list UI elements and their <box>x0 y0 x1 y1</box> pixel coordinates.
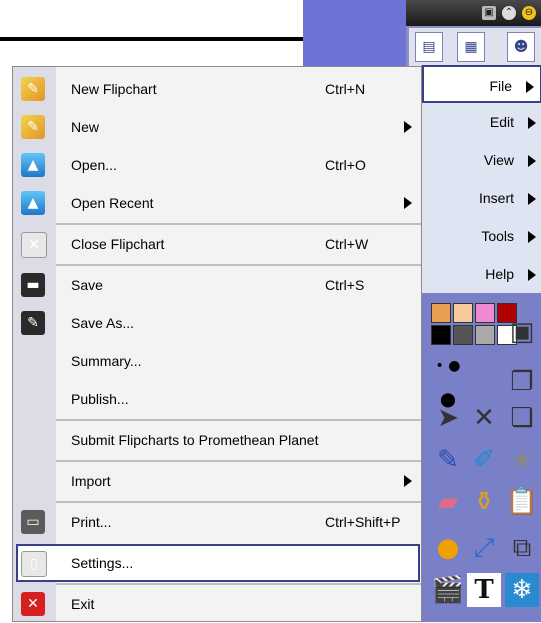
menu-item-exit[interactable]: ✕ Exit <box>13 585 421 623</box>
printer-icon: ▭ <box>21 510 45 534</box>
menu-item-label: Print... <box>71 514 112 530</box>
submenu-arrow-icon <box>526 81 534 93</box>
submenu-arrow-icon <box>528 117 536 129</box>
menu-help[interactable]: Help <box>422 255 541 293</box>
flipchart-icon: ✎ <box>21 77 45 101</box>
menu-item-shortcut: Ctrl+W <box>325 236 369 252</box>
menu-item-label: Save <box>71 277 103 293</box>
menu-file-label: File <box>489 78 512 94</box>
submenu-arrow-icon <box>528 193 536 205</box>
menu-item-shortcut: Ctrl+Shift+P <box>325 514 401 530</box>
menu-item-label: Exit <box>71 596 95 612</box>
restore-icon[interactable]: ▣ <box>482 6 496 20</box>
magic-ink-icon[interactable]: ★ <box>505 443 539 477</box>
main-menu-strip: File Edit View Insert Tools Help <box>421 65 541 293</box>
menu-item-settings[interactable]: ▯ Settings... <box>16 544 420 582</box>
menu-item-open-recent[interactable]: ▲ Open Recent <box>13 184 421 222</box>
page-icon[interactable]: ❏ <box>505 401 539 435</box>
submenu-arrow-icon <box>528 155 536 167</box>
color-swatch[interactable] <box>453 325 473 345</box>
menu-item-label: Open... <box>71 157 117 173</box>
menu-item-shortcut: Ctrl+S <box>325 277 365 293</box>
menu-item-print[interactable]: ▭ Print... Ctrl+Shift+P <box>13 503 421 541</box>
menu-tools-label: Tools <box>481 228 514 244</box>
menu-item-new[interactable]: ✎ New <box>13 108 421 146</box>
menu-item-shortcut: Ctrl+O <box>325 157 366 173</box>
menu-edit[interactable]: Edit <box>422 103 541 141</box>
menu-item-publish[interactable]: Publish... <box>13 380 421 418</box>
clapper-icon[interactable]: 🎬 <box>431 573 465 607</box>
flipchart-browser-icon[interactable]: ▤ <box>415 32 443 62</box>
snowflake-icon[interactable]: ❄ <box>505 573 539 607</box>
save-disk-icon: ▬ <box>21 273 45 297</box>
close-window-icon[interactable]: ⊖ <box>522 6 536 20</box>
menu-view-label: View <box>483 152 514 168</box>
fill-icon[interactable]: ⚱ <box>467 485 501 519</box>
menu-item-label: New Flipchart <box>71 81 157 97</box>
pen-icon[interactable]: ✎ <box>431 443 465 477</box>
toolbox-titlebar: ▣ ⌃ ⊖ <box>406 0 541 26</box>
text-tool-icon[interactable]: T <box>467 573 501 607</box>
menu-file[interactable]: File <box>422 65 541 103</box>
color-swatch[interactable] <box>431 303 451 323</box>
menu-item-label: Import <box>71 473 111 489</box>
menu-item-label: Open Recent <box>71 195 154 211</box>
menu-item-shortcut: Ctrl+N <box>325 81 366 97</box>
minimize-icon[interactable]: ⌃ <box>502 6 516 20</box>
menu-item-label: Close Flipchart <box>71 236 165 252</box>
menu-item-label: Save As... <box>71 315 135 331</box>
menu-item-submit-flipcharts[interactable]: Submit Flipcharts to Promethean Planet <box>13 421 421 459</box>
wrench-icon[interactable]: ✕ <box>467 401 501 435</box>
submenu-arrow-icon <box>404 475 412 487</box>
menu-view[interactable]: View <box>422 141 541 179</box>
user-icon[interactable]: ☻ <box>507 32 535 62</box>
reveal-icon[interactable]: ⧉ <box>505 531 539 565</box>
menu-item-close-flipchart[interactable]: ✕ Close Flipchart Ctrl+W <box>13 225 421 263</box>
submenu-arrow-icon <box>528 231 536 243</box>
color-swatch[interactable] <box>453 303 473 323</box>
close-flipchart-icon: ✕ <box>21 232 47 258</box>
menu-item-label: Settings... <box>71 555 134 571</box>
menu-help-label: Help <box>485 266 514 282</box>
submenu-arrow-icon <box>528 269 536 281</box>
menu-edit-label: Edit <box>489 114 514 130</box>
menu-item-label: Summary... <box>71 353 142 369</box>
settings-icon: ▯ <box>21 551 47 577</box>
menu-item-open[interactable]: ▲ Open... Ctrl+O <box>13 146 421 184</box>
save-as-icon: ✎ <box>21 311 45 335</box>
connector-icon[interactable]: ⤢ <box>467 531 501 565</box>
highlighter-icon[interactable]: ✐ <box>467 443 501 477</box>
menu-item-label: Publish... <box>71 391 129 407</box>
eraser-icon[interactable]: ▰ <box>431 485 465 519</box>
menu-item-new-flipchart[interactable]: ✎ New Flipchart Ctrl+N <box>13 70 421 108</box>
toolbox-top-icons: ▤ ▦ ☻ <box>409 28 541 68</box>
submenu-arrow-icon <box>404 197 412 209</box>
new-flipchart-icon: ✎ <box>21 115 45 139</box>
save-tool-icon[interactable]: ▣ <box>505 315 539 349</box>
menu-item-save[interactable]: ▬ Save Ctrl+S <box>13 266 421 304</box>
menu-item-label: New <box>71 119 100 135</box>
tool-palette: ▣ • ● ⬤ ❐ ➤ ✕ ❏ ✎ ✐ ★ ▰ ⚱ 📋 ● ⤢ ⧉ 🎬 T ❄ <box>421 293 541 622</box>
submenu-arrow-icon <box>404 121 412 133</box>
resource-browser-icon[interactable]: ▦ <box>457 32 485 62</box>
menu-tools[interactable]: Tools <box>422 217 541 255</box>
menu-item-save-as[interactable]: ✎ Save As... <box>13 304 421 342</box>
menu-item-summary[interactable]: Summary... <box>13 342 421 380</box>
color-swatch[interactable] <box>431 325 451 345</box>
pointer-icon[interactable]: ➤ <box>431 401 465 435</box>
color-swatch[interactable] <box>475 303 495 323</box>
menu-item-import[interactable]: Import <box>13 462 421 500</box>
menu-insert-label: Insert <box>478 190 514 206</box>
copy-icon[interactable]: ❐ <box>505 365 539 399</box>
pen-width-icon[interactable]: • ● ⬤ <box>431 349 465 408</box>
shape-icon[interactable]: ● <box>431 531 465 565</box>
file-dropdown-menu: ✎ New Flipchart Ctrl+N ✎ New ▲ Open... C… <box>12 66 422 622</box>
menu-insert[interactable]: Insert <box>422 179 541 217</box>
open-recent-folder-icon: ▲ <box>21 191 45 215</box>
clipboard-icon[interactable]: 📋 <box>505 485 539 519</box>
menu-item-label: Submit Flipcharts to Promethean Planet <box>71 432 319 448</box>
exit-icon: ✕ <box>21 592 45 616</box>
open-folder-icon: ▲ <box>21 153 45 177</box>
color-swatch[interactable] <box>475 325 495 345</box>
